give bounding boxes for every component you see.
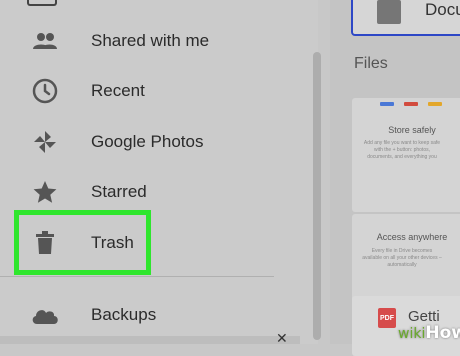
sidebar-item-label: Recent	[91, 81, 145, 100]
scrollbar[interactable]	[313, 52, 321, 340]
people-icon	[27, 23, 63, 59]
yellow-strip	[428, 102, 442, 106]
sidebar-item-trash[interactable]: Trash	[0, 218, 300, 268]
cloud-icon	[27, 297, 63, 333]
document-icon	[377, 0, 401, 24]
sidebar-item-google-photos[interactable]: Google Photos	[0, 117, 300, 167]
trash-icon	[27, 225, 63, 261]
card-title: Access anywhere	[376, 232, 448, 242]
sidebar-item-recent[interactable]: Recent	[0, 66, 300, 116]
docs-card-label: Docu	[425, 0, 460, 19]
divider	[0, 276, 274, 277]
card-title: Store safely	[388, 125, 436, 135]
pinwheel-icon	[27, 124, 63, 160]
pdf-icon: PDF	[378, 308, 396, 328]
sidebar-item-label: Starred	[91, 182, 147, 201]
sidebar-item-label: Backups	[91, 305, 157, 324]
close-icon[interactable]: ✕	[276, 331, 288, 345]
wikihow-watermark: wikiHow	[398, 323, 460, 343]
card-body: Add any file you want to keep safe with …	[363, 140, 441, 160]
sidebar-item-label: Google Photos	[91, 132, 204, 151]
my-drive-icon[interactable]	[27, 0, 57, 6]
snackbar	[0, 336, 300, 344]
sidebar: Shared with me Recent Google Photos Star…	[0, 0, 318, 345]
blue-strip	[380, 102, 394, 106]
star-icon	[27, 174, 63, 210]
clock-icon	[27, 73, 63, 109]
file-card-store-safely[interactable]: Store safely Add any file you want to ke…	[352, 98, 460, 212]
files-heading: Files	[354, 55, 388, 72]
red-strip	[404, 102, 418, 106]
card-body: Every file in Drive becomes available on…	[362, 248, 442, 268]
sidebar-item-label: Trash	[91, 233, 134, 252]
sidebar-item-shared-with-me[interactable]: Shared with me	[0, 16, 300, 66]
sidebar-item-label: Shared with me	[91, 31, 210, 50]
sidebar-item-backups[interactable]: Backups	[0, 290, 300, 340]
docs-card[interactable]: Docu	[351, 0, 460, 36]
